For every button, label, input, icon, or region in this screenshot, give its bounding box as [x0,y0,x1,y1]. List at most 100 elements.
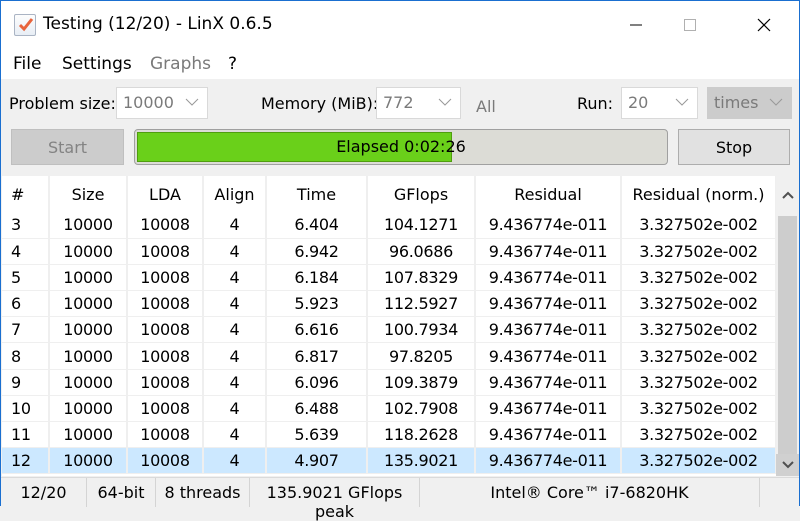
close-button[interactable] [741,1,787,49]
table-cell: 10008 [127,369,204,396]
status-threads: 8 threads [156,478,250,507]
all-memory-option[interactable]: All [476,97,496,116]
column-header[interactable]: Residual (norm.) [621,176,776,212]
table-cell: 112.5927 [367,290,476,318]
column-header[interactable]: Align [203,176,267,212]
table-row[interactable]: 11 10000 10008 4 5.639 118.2628 9.436774e-011 3… [2,421,776,449]
table-cell: 3.327502e-002 [621,212,776,239]
menu-graphs[interactable]: Graphs [150,54,211,74]
table-cell: 10008 [127,395,204,423]
table-cell: 10000 [49,421,128,449]
table-row[interactable]: 5 10000 10008 4 6.184 107.8329 9.436774e-011 3.… [2,264,776,292]
table-cell: 3.327502e-002 [621,447,776,475]
table-cell: 10000 [49,264,128,292]
table-cell: 10008 [127,447,204,475]
results-table: # Size LDA Align Time GFlops Residual Residual … [2,176,776,476]
minimize-button[interactable] [613,1,659,49]
table-cell: 5 [2,264,50,292]
column-header[interactable]: # [2,176,50,212]
table-cell: 10000 [49,290,128,318]
column-header[interactable]: Residual [475,176,622,212]
menu-file[interactable]: File [13,54,41,74]
status-bar: 12/20 64-bit 8 threads 135.9021 GFlops p… [1,477,799,521]
table-cell: 100.7934 [367,316,476,344]
column-header[interactable]: LDA [127,176,204,212]
table-cell: 10008 [127,212,204,239]
problem-size-label: Problem size: [9,94,116,113]
table-cell: 9.436774e-011 [475,316,622,344]
table-cell: 4 [203,238,267,265]
status-peak-gflops: 135.9021 GFlops peak [250,478,420,521]
column-header[interactable]: Size [49,176,128,212]
table-row[interactable]: 4 10000 10008 4 6.942 96.0686 9.436774e-011 3.3… [2,238,776,265]
table-cell: 102.7908 [367,395,476,423]
table-cell: 4 [203,447,267,475]
table-cell: 6.488 [266,395,368,423]
table-cell: 9.436774e-011 [475,290,622,318]
elapsed-time-text: Elapsed 0:02:26 [336,137,466,156]
table-header: # Size LDA Align Time GFlops Residual Residual … [2,176,776,212]
table-cell: 8 [2,342,50,370]
table-cell: 10000 [49,395,128,423]
chevron-down-icon [781,461,794,469]
start-button[interactable]: Start [11,129,124,165]
table-cell: 9.436774e-011 [475,342,622,370]
column-header[interactable]: GFlops [367,176,476,212]
scroll-up-button[interactable] [776,176,799,214]
table-cell: 5.639 [266,421,368,449]
table-cell: 6.942 [266,238,368,265]
menu-settings[interactable]: Settings [62,54,132,74]
run-unit-select[interactable]: times [707,87,792,119]
table-cell: 4 [203,212,267,239]
run-label: Run: [577,94,614,113]
table-cell: 6.096 [266,369,368,396]
table-cell: 9.436774e-011 [475,238,622,265]
table-cell: 4 [203,342,267,370]
table-cell: 5.923 [266,290,368,318]
table-cell: 6 [2,290,50,318]
table-cell: 9.436774e-011 [475,421,622,449]
table-cell: 3.327502e-002 [621,421,776,449]
run-count-value: 20 [628,93,649,112]
chevron-down-icon [675,98,689,106]
menu-help[interactable]: ? [228,54,237,74]
table-cell: 4 [203,369,267,396]
problem-size-select[interactable]: 10000 [116,87,208,119]
table-row[interactable]: 12 10000 10008 4 4.907 135.9021 9.436774e-011 3… [2,447,776,475]
minimize-icon [630,24,642,26]
scroll-thumb[interactable] [778,216,797,454]
vertical-scrollbar[interactable] [776,176,799,476]
table-cell: 3.327502e-002 [621,395,776,423]
table-cell: 10000 [49,369,128,396]
table-row[interactable]: 6 10000 10008 4 5.923 112.5927 9.436774e-011 3.… [2,290,776,318]
table-row[interactable]: 7 10000 10008 4 6.616 100.7934 9.436774e-011 3.… [2,316,776,344]
column-header[interactable]: Time [266,176,368,212]
memory-select[interactable]: 772 [376,87,461,119]
memory-label: Memory (MiB): [261,94,379,113]
table-row[interactable]: 3 10000 10008 4 6.404 104.1271 9.436774e-011 3.… [2,212,776,239]
linx-window: Testing (12/20) - LinX 0.6.5 File Settin… [0,0,800,521]
chevron-down-icon [438,98,452,106]
table-cell: 10 [2,395,50,423]
table-row[interactable]: 10 10000 10008 4 6.488 102.7908 9.436774e-011 3… [2,395,776,423]
table-cell: 10008 [127,290,204,318]
table-cell: 3.327502e-002 [621,342,776,370]
table-cell: 109.3879 [367,369,476,396]
table-cell: 10008 [127,264,204,292]
run-unit-value: times [714,93,759,112]
table-cell: 4 [2,238,50,265]
status-run-progress: 12/20 [1,478,87,507]
scroll-down-button[interactable] [776,454,799,476]
table-row[interactable]: 8 10000 10008 4 6.817 97.8205 9.436774e-011 3.3… [2,342,776,370]
table-cell: 10008 [127,421,204,449]
maximize-icon [684,19,696,31]
table-cell: 96.0686 [367,238,476,265]
table-row[interactable]: 9 10000 10008 4 6.096 109.3879 9.436774e-011 3.… [2,369,776,396]
run-count-select[interactable]: 20 [621,87,698,119]
table-cell: 4 [203,290,267,318]
stop-button[interactable]: Stop [678,129,790,165]
table-cell: 10008 [127,342,204,370]
memory-value: 772 [383,93,414,112]
maximize-button[interactable] [667,1,713,49]
table-cell: 6.616 [266,316,368,344]
